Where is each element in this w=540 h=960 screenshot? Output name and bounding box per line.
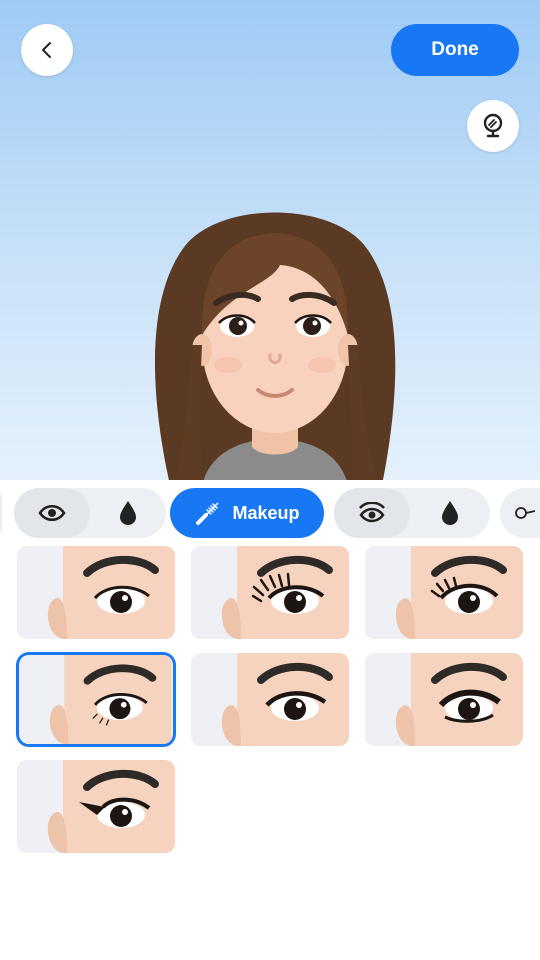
avatar: [155, 212, 396, 480]
tab-group-edge-left: [0, 488, 2, 538]
eye-makeup-natural-image: [17, 546, 175, 639]
eye-makeup-subtle-lower-lashes-image: [20, 655, 172, 744]
eye-makeup-winged-liner-image: [17, 760, 175, 853]
option-tile-thin-liner[interactable]: [191, 653, 349, 746]
eye-makeup-long-lashes-image: [191, 546, 349, 639]
eye-makeup-bold-liner-image: [365, 653, 523, 746]
option-tile-natural[interactable]: [17, 546, 175, 639]
tab-group-right: [334, 488, 490, 538]
makeup-options-grid: [0, 546, 540, 960]
avatar-preview: Done: [0, 0, 540, 480]
option-tile-bold-liner[interactable]: [365, 653, 523, 746]
eye-open-icon: [359, 502, 385, 523]
category-tab-bar: Makeup: [0, 480, 540, 546]
tab-makeup[interactable]: Makeup: [170, 488, 324, 538]
option-tile-long-lashes[interactable]: [191, 546, 349, 639]
tab-color[interactable]: [412, 488, 488, 538]
mirror-button[interactable]: [467, 100, 519, 152]
tab-group-edge-right: [500, 488, 540, 538]
back-button[interactable]: [21, 24, 73, 76]
mascara-icon: [196, 502, 220, 525]
tab-makeup-label: Makeup: [232, 502, 300, 523]
glasses-icon: [515, 507, 535, 519]
eye-makeup-volume-lashes-image: [365, 546, 523, 639]
option-tile-volume-lashes[interactable]: [365, 546, 523, 639]
drop-icon: [442, 501, 458, 525]
tab-group-left: [14, 488, 166, 538]
tab-eye-color[interactable]: [90, 488, 166, 538]
mirror-icon: [483, 113, 503, 138]
tab-eyelid[interactable]: [334, 488, 410, 538]
option-tile-subtle-lower-lashes[interactable]: [19, 655, 173, 744]
tab-eye[interactable]: [14, 488, 90, 538]
eye-icon: [38, 505, 66, 521]
drop-icon: [120, 501, 136, 525]
eye-makeup-thin-liner-image: [191, 653, 349, 746]
option-tile-winged-liner[interactable]: [17, 760, 175, 853]
done-button[interactable]: Done: [391, 24, 519, 76]
chevron-left-icon: [42, 42, 51, 58]
tab-glasses[interactable]: [504, 488, 540, 538]
